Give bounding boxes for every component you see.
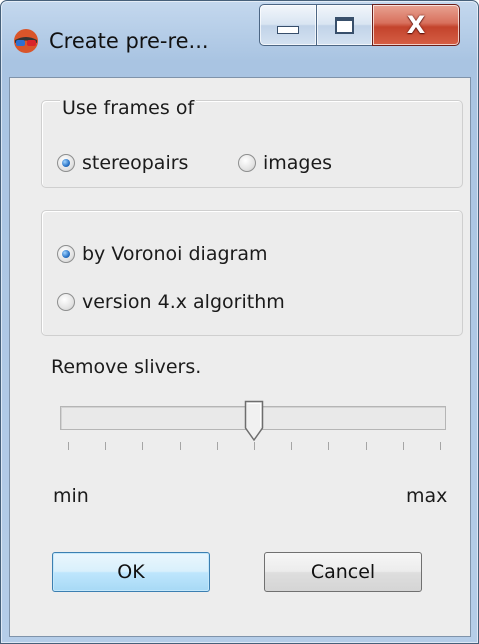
radio-button-unchecked[interactable]	[238, 154, 256, 172]
maximize-icon	[335, 16, 354, 34]
radio-label: stereopairs	[82, 152, 189, 174]
slider-tick	[254, 442, 255, 450]
radio-version-4x-algorithm[interactable]: version 4.x algorithm	[57, 291, 285, 313]
slider-ticks	[68, 442, 441, 454]
minimize-button[interactable]	[259, 4, 317, 46]
use-frames-legend: Use frames of	[60, 97, 197, 119]
radio-label: version 4.x algorithm	[82, 291, 285, 313]
title-bar[interactable]: Create pre-re... X	[1, 1, 478, 75]
slider-tick	[366, 442, 367, 450]
method-group	[41, 210, 463, 336]
ok-button[interactable]: OK	[52, 552, 210, 592]
slider-tick	[217, 442, 218, 450]
slider-tick	[105, 442, 106, 450]
radio-button-checked[interactable]	[57, 245, 75, 263]
minimize-icon	[277, 26, 299, 34]
slider-tick	[291, 442, 292, 450]
remove-slivers-label: Remove slivers.	[51, 356, 202, 378]
radio-voronoi-diagram[interactable]: by Voronoi diagram	[57, 243, 268, 265]
close-icon: X	[406, 11, 426, 39]
close-button[interactable]: X	[372, 4, 460, 46]
slider-tick	[440, 442, 441, 450]
app-3d-glasses-icon	[14, 29, 38, 53]
radio-label: images	[263, 152, 333, 174]
dialog-body: Use frames of stereopairs images by Voro…	[9, 77, 471, 637]
cancel-button[interactable]: Cancel	[264, 552, 422, 592]
radio-stereopairs[interactable]: stereopairs	[57, 152, 188, 174]
slider-tick	[403, 442, 404, 450]
slider-tick	[142, 442, 143, 450]
slider-min-label: min	[53, 485, 89, 507]
maximize-button[interactable]	[316, 4, 373, 46]
slider-tick	[328, 442, 329, 450]
radio-button-unchecked[interactable]	[57, 293, 75, 311]
window-title: Create pre-re...	[49, 29, 209, 53]
radio-label: by Voronoi diagram	[82, 243, 268, 265]
slider-tick	[68, 442, 69, 450]
radio-images[interactable]: images	[238, 152, 332, 174]
slider-tick	[180, 442, 181, 450]
slider-max-label: max	[406, 485, 448, 507]
slivers-slider-thumb[interactable]	[244, 400, 264, 442]
radio-button-checked[interactable]	[57, 154, 75, 172]
dialog-window: Create pre-re... X Use frames of stereop…	[0, 0, 479, 644]
